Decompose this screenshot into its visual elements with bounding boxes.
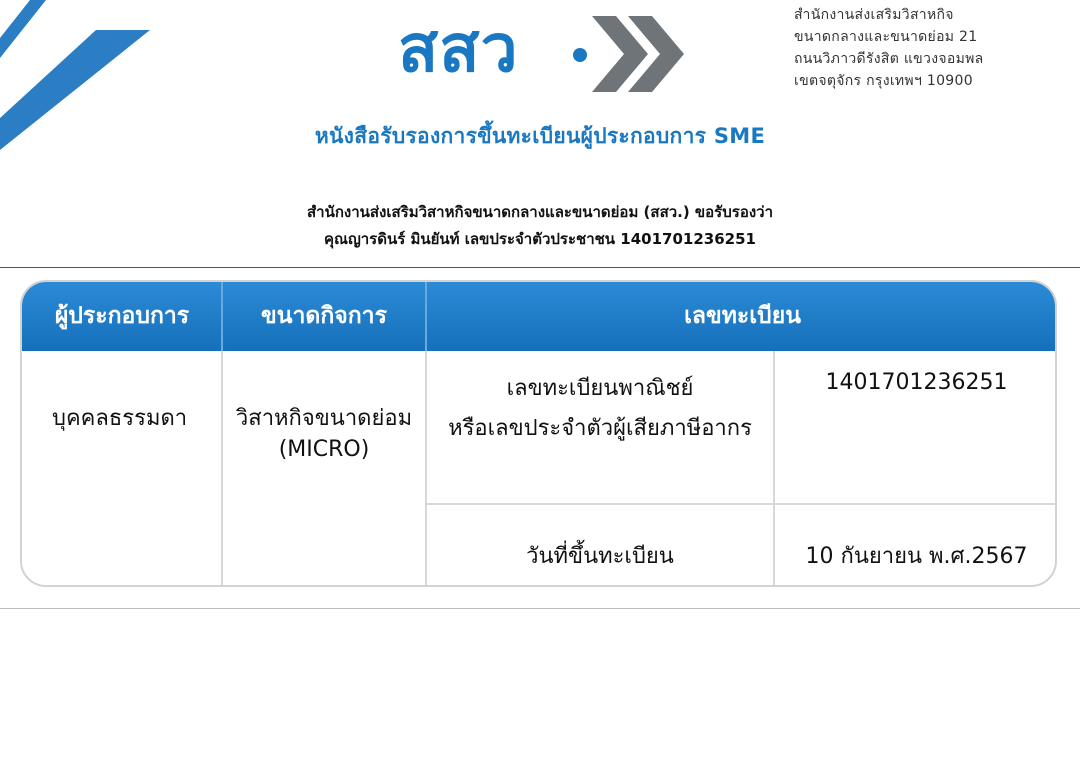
- logo-text: สสว: [398, 10, 519, 87]
- certificate-title: หนังสือรับรองการขึ้นทะเบียนผู้ประกอบการ …: [314, 124, 766, 148]
- registration-date-label: วันที่ขึ้นทะเบียน: [526, 544, 674, 569]
- registration-number: 1401701236251: [825, 370, 1008, 395]
- agency-address: สำนักงานส่งเสริมวิสาหกิจ ขนาดกลางและขนาด…: [794, 4, 1074, 92]
- double-chevron-icon: [592, 16, 684, 92]
- table-header-row: ผู้ประกอบการ ขนาดกิจการ เลขทะเบียน: [22, 282, 1055, 351]
- logo-dot: [573, 48, 587, 62]
- certificate-holder: คุณญารดินร์ มินยันท์ เลขประจำตัวประชาชน …: [324, 230, 756, 248]
- divider: [425, 503, 1055, 505]
- address-line: ถนนวิภาวดีรังสิต แขวงจอมพล: [794, 51, 984, 67]
- divider: [221, 351, 223, 585]
- entrepreneur-type: บุคคลธรรมดา: [52, 406, 188, 431]
- business-size: วิสาหกิจขนาดย่อม: [235, 406, 413, 431]
- osmep-logo: สสว: [398, 6, 688, 96]
- address-line: เขตจตุจักร กรุงเทพฯ 10900: [794, 73, 973, 89]
- address-line: สำนักงานส่งเสริมวิสาหกิจ: [794, 7, 954, 23]
- certificate-statement: สำนักงานส่งเสริมวิสาหกิจขนาดกลางและขนาดย…: [306, 203, 773, 221]
- divider: [221, 282, 223, 351]
- address-line: ขนาดกลางและขนาดย่อม 21: [794, 29, 978, 45]
- divider: [425, 282, 427, 351]
- header-business-size: ขนาดกิจการ: [261, 303, 387, 329]
- registration-panel: ผู้ประกอบการ ขนาดกิจการ เลขทะเบียน บุคคล…: [0, 267, 1080, 609]
- registration-table: ผู้ประกอบการ ขนาดกิจการ เลขทะเบียน บุคคล…: [20, 280, 1057, 587]
- header-registration-number: เลขทะเบียน: [684, 303, 801, 329]
- registration-date: 10 กันยายน พ.ศ.2567: [805, 544, 1028, 569]
- header-entrepreneur: ผู้ประกอบการ: [54, 303, 190, 329]
- registration-label: เลขทะเบียนพาณิชย์: [506, 376, 694, 401]
- registration-label-sub: หรือเลขประจำตัวผู้เสียภาษีอากร: [448, 416, 752, 441]
- letterhead: สสว สำนักงานส่งเสริมวิสาหกิจ ขนาดกลางและ…: [0, 0, 1080, 268]
- business-size-en: (MICRO): [278, 437, 370, 462]
